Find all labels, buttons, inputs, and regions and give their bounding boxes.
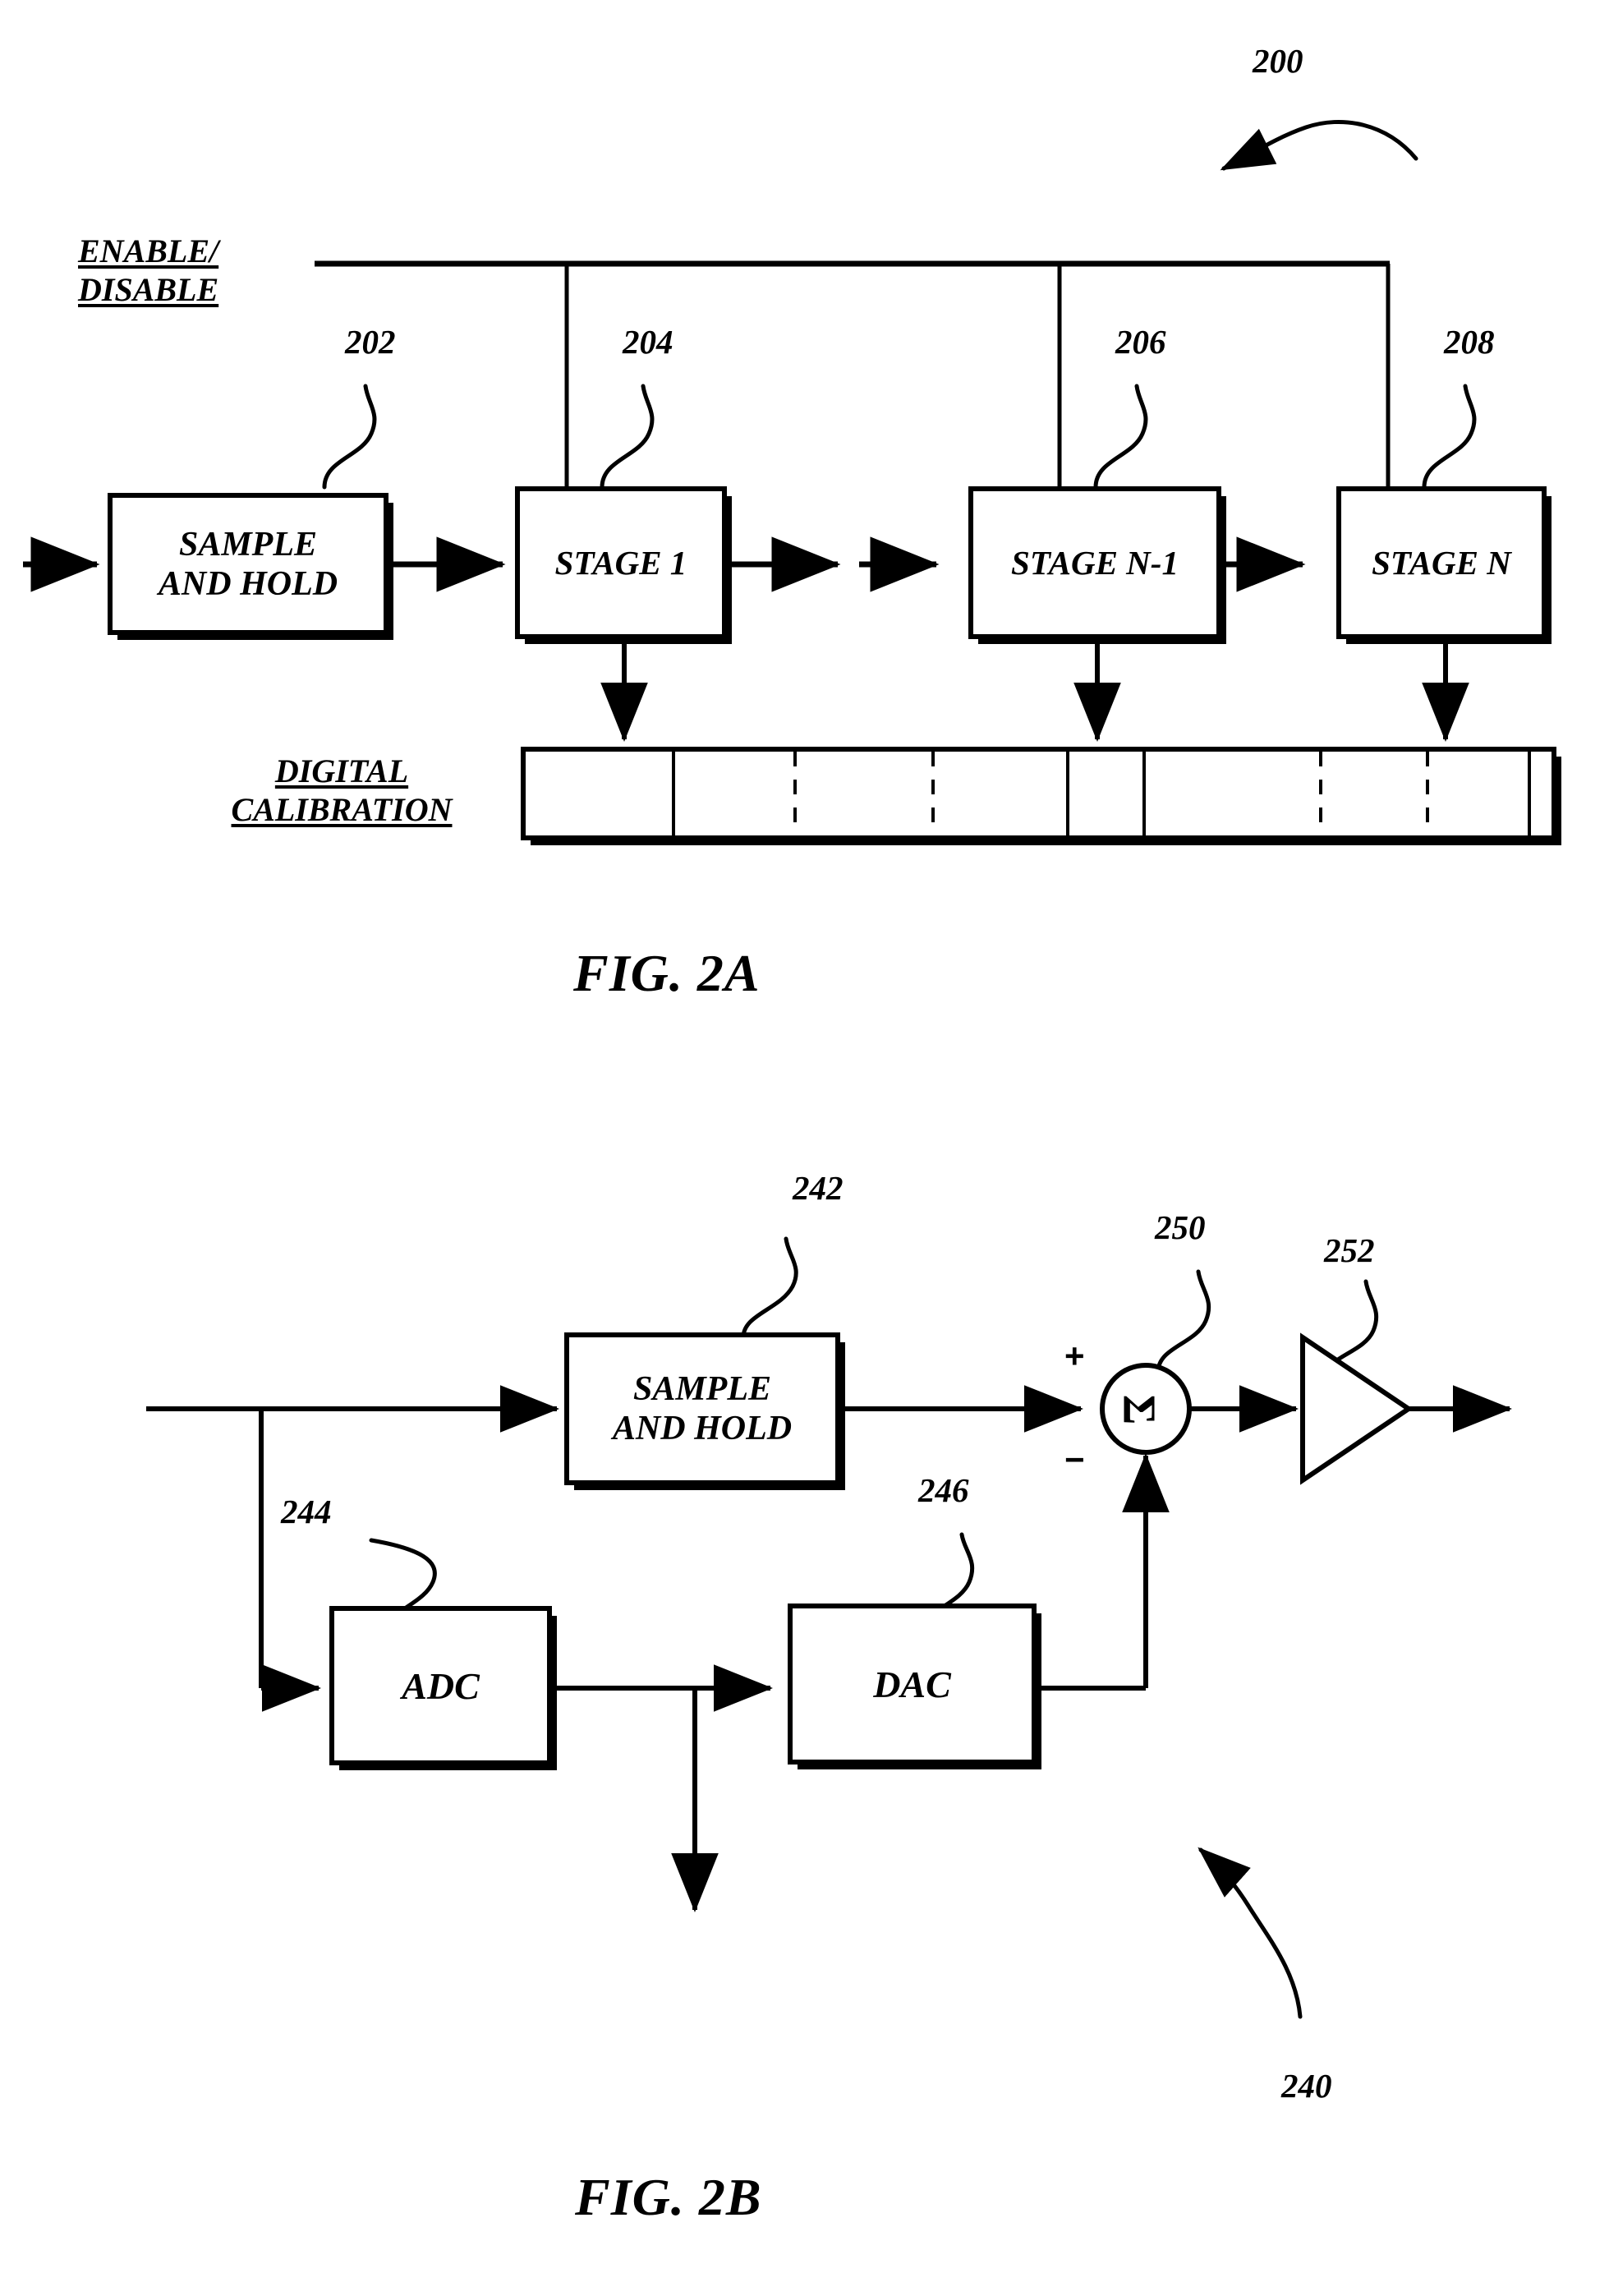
ref-number-200: 200 — [1253, 42, 1303, 80]
box-sample-and-hold — [108, 493, 388, 635]
fig2a-group — [23, 119, 1561, 845]
box-sample-and-hold-2b — [564, 1332, 840, 1485]
ref-number-204: 204 — [623, 323, 673, 361]
triangle-gain-amplifier — [1300, 1332, 1414, 1485]
box-dac — [788, 1604, 1037, 1765]
digital-calibration-line1: DIGITAL — [274, 752, 409, 789]
box-stage-1 — [515, 486, 727, 639]
digital-calibration-label: DIGITAL CALIBRATION — [194, 752, 490, 829]
leader-250 — [1156, 1269, 1211, 1374]
box-stage-n — [1336, 486, 1547, 639]
enable-disable-line1: ENABLE/ — [78, 232, 219, 269]
leader-206 — [1093, 384, 1148, 490]
ref-number-206: 206 — [1115, 323, 1166, 361]
leader-240 — [1198, 1847, 1303, 2019]
ref-number-246: 246 — [918, 1471, 969, 1509]
ref-number-250: 250 — [1155, 1208, 1206, 1246]
ref-number-208: 208 — [1444, 323, 1495, 361]
ref-number-252: 252 — [1324, 1231, 1375, 1269]
ref-number-240: 240 — [1281, 2067, 1332, 2105]
ref-number-202: 202 — [345, 323, 396, 361]
ref-number-244: 244 — [281, 1493, 332, 1530]
box-stage-n-minus-1 — [968, 486, 1221, 639]
summing-node-plus-sign: + — [1064, 1337, 1085, 1375]
leader-200 — [1220, 119, 1418, 171]
enable-disable-line2: DISABLE — [78, 271, 219, 308]
figure-caption-2a: FIG. 2A — [573, 944, 761, 1002]
leader-242 — [741, 1236, 798, 1340]
drawing-sheet: 200 ENABLE/ DISABLE 202 204 206 208 SAMP… — [0, 0, 1609, 2296]
figure-vector-layer — [23, 119, 1561, 2019]
box-adc — [329, 1606, 552, 1765]
leader-204 — [600, 384, 655, 490]
digital-calibration-line2: CALIBRATION — [231, 791, 453, 828]
sigma-icon: Σ — [1113, 1394, 1165, 1425]
leader-202 — [322, 384, 377, 490]
enable-disable-label: ENABLE/ DISABLE — [78, 232, 218, 309]
leader-208 — [1422, 384, 1477, 490]
ref-number-242: 242 — [793, 1169, 844, 1207]
summing-node-minus-sign: − — [1064, 1440, 1085, 1479]
figure-caption-2b: FIG. 2B — [575, 2168, 762, 2226]
box-calibration-bar — [521, 747, 1556, 840]
fig2b-group — [146, 1236, 1512, 2019]
